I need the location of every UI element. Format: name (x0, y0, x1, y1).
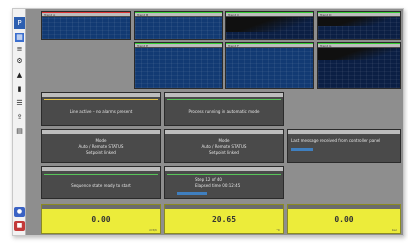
status-divider (44, 99, 158, 100)
lower-line: Step 12 of 40 (195, 177, 222, 182)
info-panel-1[interactable]: Mode Auto / Remote STATUS Setpoint linke… (41, 129, 161, 163)
panel-header: Trend E (135, 43, 222, 47)
status-text: Process running in automatic mode (188, 109, 260, 114)
doc-icon[interactable]: ▤ (15, 127, 24, 136)
grid-icon[interactable]: ▦ (15, 33, 24, 42)
lower-panel-1[interactable]: Sequence state ready to start (41, 166, 161, 199)
panel-header (165, 130, 283, 134)
info-line: Mode (218, 138, 230, 143)
trend-panel-a[interactable]: Trend A (41, 11, 131, 40)
info-line: Auto / Remote STATUS (201, 144, 247, 149)
status-panel-2[interactable]: Process running in automatic mode (164, 92, 284, 126)
status-text: Line active – no alarms present (69, 109, 133, 114)
panel-header: Trend C (226, 12, 313, 16)
info-panel-3[interactable]: Last message received from controller pa… (287, 129, 401, 163)
lower-text: Sequence state ready to start (71, 183, 131, 188)
info-line: Setpoint linked (86, 150, 116, 155)
value-panel-3[interactable]: 0.00 bar (287, 204, 401, 234)
panel-header: Trend G (318, 43, 400, 47)
lower-panel-2[interactable]: Step 12 of 40 Elapsed time 00:12:45 (164, 166, 284, 199)
trend-panel-e[interactable]: Trend E (134, 42, 223, 89)
trend-chart (135, 17, 222, 39)
left-toolbar: P ▦ ≡ ⚙ ▲ ▮ ☰ ⇪ ▤ ● ■ (13, 9, 26, 235)
panel-header (288, 130, 400, 134)
upload-icon[interactable]: ⇪ (15, 113, 24, 122)
value-unit: m3/h (149, 228, 157, 232)
panel-header (42, 167, 160, 171)
lower-divider (44, 174, 158, 175)
trend-panel-g[interactable]: Trend G (317, 42, 401, 89)
hmi-window: P ▦ ≡ ⚙ ▲ ▮ ☰ ⇪ ▤ ● ■ Trend A Trend B Tr… (12, 8, 404, 236)
trend-panel-b[interactable]: Trend B (134, 11, 223, 40)
lower-line: Elapsed time 00:12:45 (195, 183, 241, 188)
trend-chart (318, 17, 400, 39)
info-line: Auto / Remote STATUS (78, 144, 124, 149)
info-panel-2[interactable]: Mode Auto / Remote STATUS Setpoint linke… (164, 129, 284, 163)
trend-chart (226, 17, 313, 39)
panel-header (165, 93, 283, 97)
value-display: 0.00 (334, 215, 354, 224)
value-panel-1[interactable]: 0.00 m3/h (41, 204, 161, 234)
panel-header (42, 205, 160, 209)
panel-header: Trend B (135, 12, 222, 16)
trend-panel-f[interactable]: Trend F (225, 42, 314, 89)
lower-progress (177, 192, 207, 195)
panel-header (42, 130, 160, 134)
info-line: Mode (95, 138, 107, 143)
value-panel-2[interactable]: 20.65 °C (164, 204, 284, 234)
value-display: 20.65 (211, 215, 237, 224)
status-panel-1[interactable]: Line active – no alarms present (41, 92, 161, 126)
app-logo-icon[interactable]: P (14, 17, 25, 29)
panel-header (42, 93, 160, 97)
panel-header: Trend F (226, 43, 313, 47)
trend-chart (135, 48, 222, 88)
layers-icon[interactable]: ≡ (15, 45, 24, 54)
lower-divider (167, 174, 281, 175)
value-unit: bar (392, 228, 397, 232)
panel-header (165, 167, 283, 171)
value-unit: °C (276, 228, 280, 232)
status-divider (167, 99, 281, 100)
panel-header: Trend D (318, 12, 400, 16)
gear-icon[interactable]: ⚙ (15, 57, 24, 66)
info-line: Setpoint linked (209, 150, 239, 155)
trend-chart (226, 48, 313, 88)
trend-chart (318, 48, 400, 88)
list-icon[interactable]: ☰ (15, 99, 24, 108)
panel-header: Trend A (42, 12, 130, 16)
bell-icon[interactable]: ● (14, 207, 25, 217)
trend-chart (42, 17, 130, 39)
value-display: 0.00 (91, 215, 111, 224)
export-icon[interactable]: ■ (14, 221, 25, 231)
info-line: Last message received from controller pa… (291, 138, 381, 143)
panel-header (165, 205, 283, 209)
trend-panel-d[interactable]: Trend D (317, 11, 401, 40)
book-icon[interactable]: ▮ (15, 85, 24, 94)
panel-header (288, 205, 400, 209)
trend-panel-c[interactable]: Trend C (225, 11, 314, 40)
alert-icon[interactable]: ▲ (15, 71, 24, 80)
info-progress (291, 148, 313, 151)
